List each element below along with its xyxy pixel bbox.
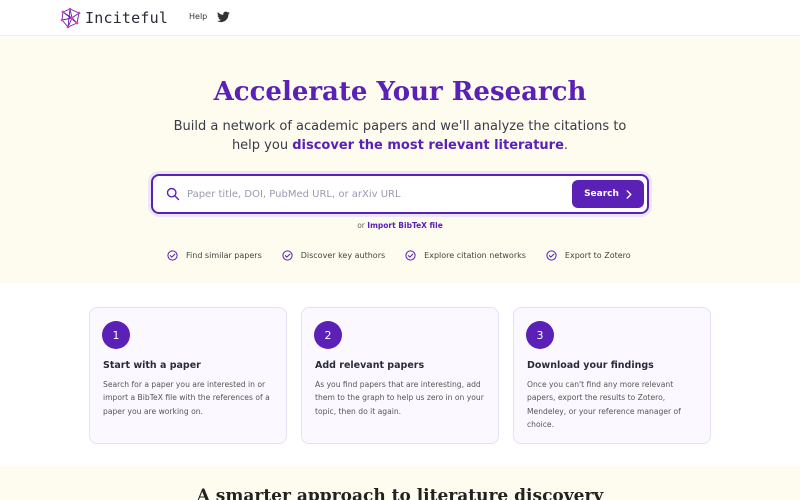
step-card-1: 1 Start with a paper Search for a paper … bbox=[89, 307, 287, 444]
logo-text: Inciteful bbox=[85, 9, 169, 27]
step-description: Once you can't find any more relevant pa… bbox=[527, 380, 681, 430]
check-circle-icon bbox=[546, 250, 557, 261]
step-number-badge: 2 bbox=[314, 321, 342, 349]
step-title: Start with a paper bbox=[103, 360, 201, 371]
check-circle-icon bbox=[282, 250, 293, 261]
search-input[interactable] bbox=[187, 182, 567, 206]
step-number-badge: 3 bbox=[526, 321, 554, 349]
feature-label: Find similar papers bbox=[186, 251, 262, 260]
hero-subtitle-highlight: discover the most relevant literature bbox=[292, 138, 564, 153]
hero-title: Accelerate Your Research bbox=[213, 77, 587, 107]
search-button-label: Search bbox=[584, 189, 619, 199]
step-title: Add relevant papers bbox=[315, 360, 425, 371]
import-line: or Import BibTeX file bbox=[0, 221, 800, 230]
hero-subtitle-suffix: . bbox=[563, 138, 569, 153]
step-title: Download your findings bbox=[527, 360, 654, 371]
feature-label: Export to Zotero bbox=[564, 251, 631, 260]
feature-item: Export to Zotero bbox=[546, 250, 631, 261]
hero-subtitle-line1: Build a network of academic papers and w… bbox=[173, 119, 627, 134]
search-box: Search bbox=[151, 174, 649, 214]
import-prefix: or bbox=[357, 221, 368, 230]
feature-label: Explore citation networks bbox=[424, 251, 526, 260]
import-bibtex-link[interactable]: Import BibTeX file bbox=[367, 221, 443, 230]
step-number-badge: 1 bbox=[102, 321, 130, 349]
hero-subtitle-prefix: help you bbox=[231, 138, 293, 153]
search-button[interactable]: Search bbox=[572, 180, 644, 208]
logo[interactable]: Inciteful bbox=[60, 7, 168, 29]
chevron-right-icon bbox=[626, 189, 632, 199]
hero-subtitle: Build a network of academic papers and w… bbox=[0, 117, 800, 155]
step-description: As you find papers that are interesting,… bbox=[315, 380, 484, 416]
check-circle-icon bbox=[405, 250, 416, 261]
help-link[interactable]: Help bbox=[189, 12, 207, 21]
check-circle-icon bbox=[167, 250, 178, 261]
step-card-2: 2 Add relevant papers As you find papers… bbox=[301, 307, 499, 444]
feature-item: Discover key authors bbox=[282, 250, 385, 261]
search-icon bbox=[166, 187, 180, 201]
feature-item: Explore citation networks bbox=[405, 250, 526, 261]
step-card-3: 3 Download your findings Once you can't … bbox=[513, 307, 711, 444]
twitter-icon[interactable] bbox=[217, 11, 230, 23]
hero-section bbox=[0, 37, 800, 283]
feature-list: Find similar papers Discover key authors… bbox=[167, 250, 631, 261]
feature-label: Discover key authors bbox=[300, 251, 386, 260]
section-heading: A smarter approach to literature discove… bbox=[196, 486, 604, 500]
feature-item: Find similar papers bbox=[167, 250, 262, 261]
top-navbar: Inciteful Help bbox=[0, 0, 800, 36]
network-logo-icon bbox=[60, 7, 81, 29]
step-description: Search for a paper you are interested in… bbox=[103, 380, 270, 416]
